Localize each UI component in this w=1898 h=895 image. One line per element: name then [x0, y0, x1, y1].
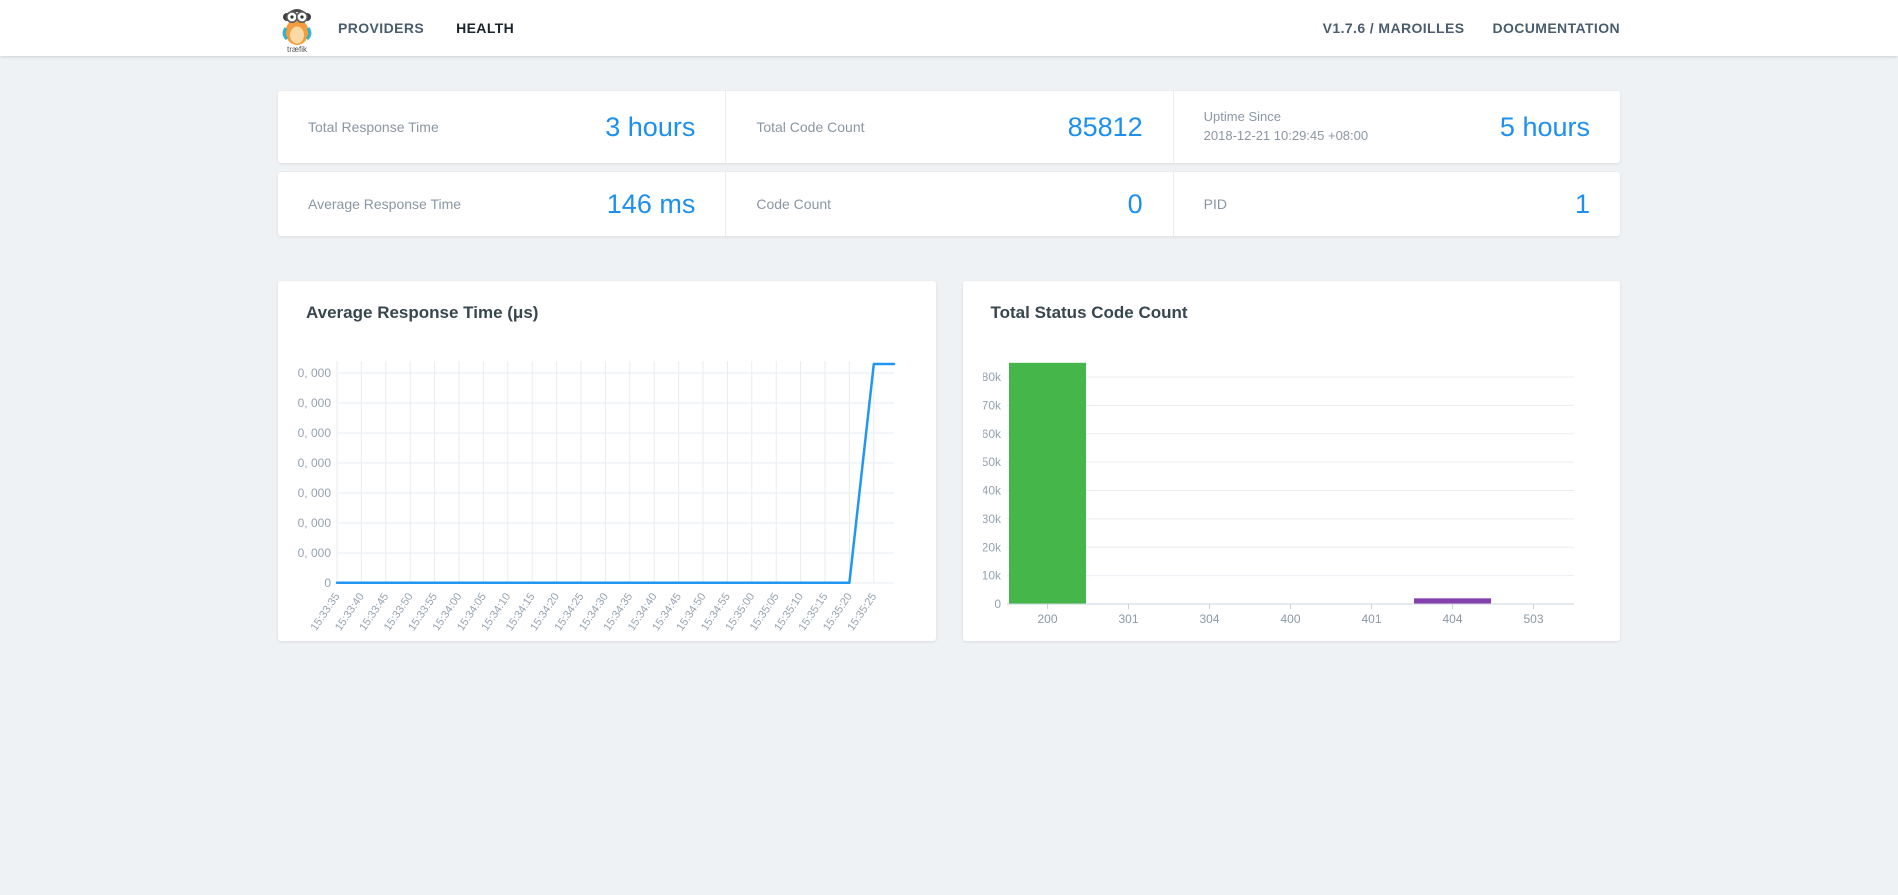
stat-label-group: Uptime Since 2018-12-21 10:29:45 +08:00 — [1204, 108, 1368, 146]
stat-total-code-count: Total Code Count 85812 — [725, 91, 1172, 163]
stat-label: PID — [1203, 196, 1227, 212]
svg-text:50k: 50k — [983, 455, 1002, 469]
svg-text:20, 000: 20, 000 — [298, 546, 331, 560]
nav-links: PROVIDERS HEALTH — [338, 20, 514, 36]
svg-text:30k: 30k — [983, 512, 1002, 526]
top-navbar: træfik PROVIDERS HEALTH V1.7.6 / MAROILL… — [0, 0, 1898, 56]
stats-card-totals: Total Response Time 3 hours Total Code C… — [278, 91, 1620, 163]
main-content: Total Response Time 3 hours Total Code C… — [278, 91, 1620, 641]
response-time-line-chart: 15:33:3515:33:4015:33:4515:33:5015:33:55… — [298, 361, 896, 633]
svg-text:80, 000: 80, 000 — [298, 456, 331, 470]
svg-text:60, 000: 60, 000 — [298, 486, 331, 500]
svg-text:20k: 20k — [983, 540, 1002, 554]
stat-value: 146 ms — [606, 188, 696, 219]
version-label[interactable]: V1.7.6 / MAROILLES — [1323, 20, 1465, 36]
stat-pid: PID 1 — [1172, 172, 1620, 236]
svg-text:120, 000: 120, 000 — [298, 396, 331, 410]
nav-link-providers[interactable]: PROVIDERS — [338, 20, 424, 36]
chart-title-status-codes: Total Status Code Count — [990, 303, 1188, 322]
stat-value: 5 hours — [1499, 111, 1590, 142]
stat-value: 3 hours — [605, 111, 696, 142]
svg-text:304: 304 — [1199, 612, 1219, 626]
svg-text:404: 404 — [1442, 612, 1462, 626]
svg-text:40, 000: 40, 000 — [298, 516, 331, 530]
charts-row: Average Response Time (μs) 15:33:35 15:33… — [278, 281, 1620, 641]
navbar-inner: træfik PROVIDERS HEALTH V1.7.6 / MAROILL… — [278, 0, 1620, 56]
svg-text:40k: 40k — [983, 484, 1002, 498]
stat-value: 1 — [1574, 188, 1590, 219]
logo-wordmark: træfik — [287, 45, 308, 54]
chart-card-status-codes: Total Status Code Count 0 10k 20k 30k 40k 50k… — [962, 281, 1620, 641]
svg-text:200: 200 — [1037, 612, 1057, 626]
stats-card-current: Average Response Time 146 ms Code Count … — [278, 172, 1620, 236]
svg-text:400: 400 — [1280, 612, 1300, 626]
documentation-link[interactable]: DOCUMENTATION — [1492, 20, 1620, 36]
svg-text:301: 301 — [1118, 612, 1138, 626]
stat-value: 0 — [1127, 188, 1143, 219]
stat-label: Total Response Time — [308, 119, 439, 135]
stat-label: Average Response Time — [308, 196, 462, 212]
chart-card-response-time: Average Response Time (μs) 15:33:35 15:33… — [278, 281, 936, 641]
stat-average-response-time: Average Response Time 146 ms — [278, 172, 725, 236]
stat-label: Code Count — [756, 196, 832, 212]
stat-code-count: Code Count 0 — [725, 172, 1172, 236]
nav-link-health[interactable]: HEALTH — [456, 20, 514, 36]
stat-uptime-timestamp: 2018-12-21 10:29:45 +08:00 — [1203, 128, 1369, 143]
stat-value: 85812 — [1067, 111, 1143, 142]
svg-text:60k: 60k — [983, 427, 1002, 441]
svg-text:10k: 10k — [983, 569, 1002, 583]
stat-label: Total Code Count — [756, 119, 865, 135]
traefik-mascot-icon: træfik — [282, 9, 312, 54]
stat-total-response-time: Total Response Time 3 hours — [278, 91, 725, 163]
stat-label: Uptime Since — [1203, 109, 1281, 125]
svg-text:401: 401 — [1361, 612, 1381, 626]
status-code-bar-chart: 0 10k 20k 30k 40k 50k 60k 70k 80k 200 301 304 400 401… — [983, 362, 1574, 626]
svg-text:140, 000: 140, 000 — [298, 366, 331, 380]
svg-text:70k: 70k — [983, 398, 1002, 412]
svg-text:0: 0 — [994, 597, 1001, 611]
svg-text:0: 0 — [324, 576, 331, 590]
stat-uptime-since: Uptime Since 2018-12-21 10:29:45 +08:00 … — [1172, 91, 1620, 163]
traefik-logo[interactable]: træfik — [278, 4, 318, 54]
chart-title-response-time: Average Response Time (μs) — [306, 303, 539, 322]
svg-text:80k: 80k — [983, 370, 1002, 384]
nav-right: V1.7.6 / MAROILLES DOCUMENTATION — [1323, 20, 1620, 36]
svg-text:100, 000: 100, 000 — [298, 426, 331, 440]
svg-text:503: 503 — [1523, 612, 1543, 626]
